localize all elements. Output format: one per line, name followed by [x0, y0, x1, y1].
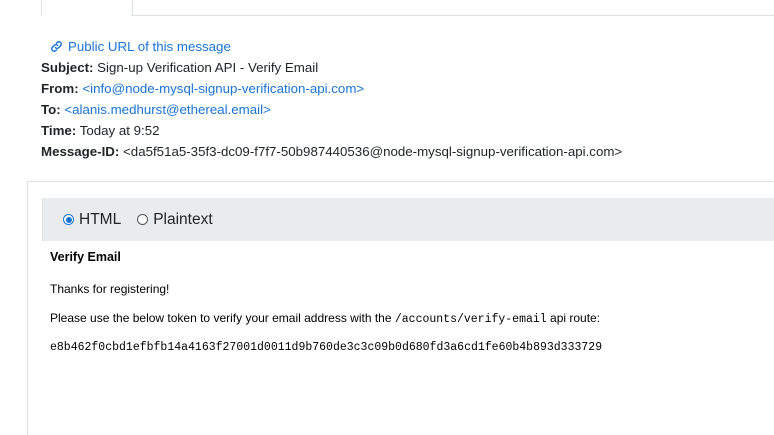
- email-thanks: Thanks for registering!: [50, 282, 170, 296]
- from-label: From:: [41, 81, 79, 96]
- tab-underline: [131, 15, 774, 16]
- public-url-label[interactable]: Public URL of this message: [68, 36, 231, 57]
- from-value[interactable]: <info@node-mysql-signup-verification-api…: [82, 81, 364, 96]
- format-option-html-label[interactable]: HTML: [79, 211, 121, 229]
- format-option-plaintext-label[interactable]: Plaintext: [153, 211, 212, 229]
- tab-strip: [0, 0, 774, 16]
- from-row: From: <info@node-mysql-signup-verificati…: [41, 78, 622, 99]
- time-row: Time: Today at 9:52: [41, 120, 622, 141]
- message-id-row: Message-ID: <da5f51a5-35f3-dc09-f7f7-50b…: [41, 141, 622, 162]
- content-border: [27, 182, 28, 435]
- public-url-link[interactable]: Public URL of this message: [41, 36, 622, 57]
- to-label: To:: [41, 102, 61, 117]
- subject-value: Sign-up Verification API - Verify Email: [97, 60, 319, 75]
- to-row: To: <alanis.medhurst@ethereal.email>: [41, 99, 622, 120]
- format-option-html[interactable]: HTML: [63, 211, 121, 229]
- time-value: Today at 9:52: [79, 123, 160, 138]
- tab-message[interactable]: [41, 0, 133, 16]
- link-icon: [50, 40, 63, 53]
- email-heading: Verify Email: [50, 250, 121, 264]
- message-viewer: Public URL of this message Subject: Sign…: [0, 0, 774, 435]
- section-divider: [27, 181, 774, 182]
- email-body: Verify Email Thanks for registering! Ple…: [50, 250, 602, 354]
- radio-html[interactable]: [63, 214, 74, 225]
- format-option-plaintext[interactable]: Plaintext: [137, 211, 213, 229]
- message-id-value: <da5f51a5-35f3-dc09-f7f7-50b987440536@no…: [123, 144, 623, 159]
- format-toggle-bar: HTML Plaintext: [42, 198, 774, 241]
- message-headers: Public URL of this message Subject: Sign…: [41, 36, 622, 162]
- token-code: e8b462f0cbd1efbfb14a4163f27001d0011d9b76…: [50, 341, 603, 354]
- instruction-after: api route:: [546, 311, 601, 325]
- subject-row: Subject: Sign-up Verification API - Veri…: [41, 57, 622, 78]
- email-token: e8b462f0cbd1efbfb14a4163f27001d0011d9b76…: [50, 339, 602, 355]
- route-code: /accounts/verify-email: [394, 313, 547, 326]
- radio-plaintext[interactable]: [137, 214, 149, 225]
- email-instruction: Please use the below token to verify you…: [50, 311, 600, 327]
- message-id-label: Message-ID:: [41, 144, 120, 159]
- instruction-before: Please use the below token to verify you…: [50, 311, 395, 325]
- subject-label: Subject:: [41, 60, 94, 75]
- time-label: Time:: [41, 123, 77, 138]
- to-value[interactable]: <alanis.medhurst@ethereal.email>: [64, 102, 270, 117]
